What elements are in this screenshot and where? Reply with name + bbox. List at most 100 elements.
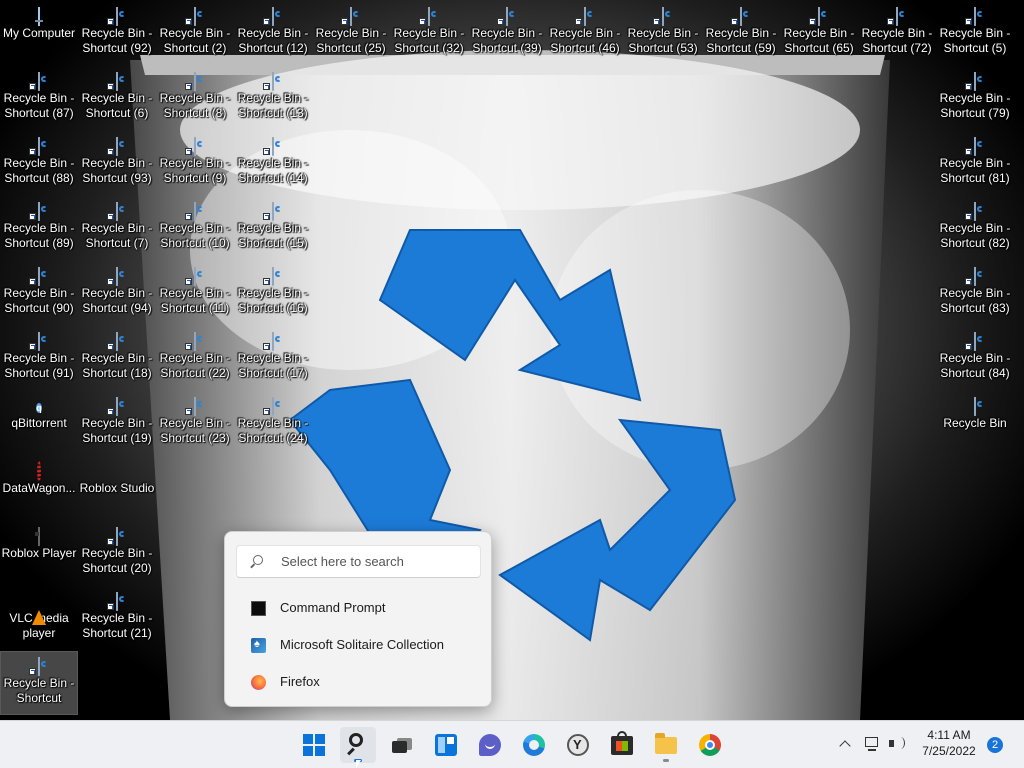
- desktop-icon[interactable]: Recycle Bin - Shortcut (17): [235, 327, 311, 389]
- recycle-bin-shortcut-icon: [965, 72, 983, 91]
- desktop-icon[interactable]: Recycle Bin - Shortcut (65): [781, 2, 857, 64]
- desktop-icon-label: Recycle Bin - Shortcut (90): [3, 286, 75, 315]
- desktop-icon[interactable]: Recycle Bin - Shortcut (59): [703, 2, 779, 64]
- desktop-icon[interactable]: Recycle Bin - Shortcut (24): [235, 392, 311, 454]
- clock[interactable]: 4:11 AM 7/25/2022: [914, 727, 984, 759]
- desktop-icon[interactable]: Recycle Bin - Shortcut (93): [79, 132, 155, 194]
- desktop-icon[interactable]: My Computer: [1, 2, 77, 64]
- desktop-icon[interactable]: Recycle Bin - Shortcut (21): [79, 587, 155, 649]
- edge-button[interactable]: [516, 727, 552, 763]
- file-explorer-button[interactable]: [648, 727, 684, 763]
- desktop-icon[interactable]: Recycle Bin - Shortcut (81): [937, 132, 1013, 194]
- desktop-icon[interactable]: Recycle Bin - Shortcut (84): [937, 327, 1013, 389]
- desktop-icon[interactable]: Recycle Bin - Shortcut (87): [1, 67, 77, 129]
- recycle-bin-shortcut-icon: [809, 7, 827, 26]
- desktop-icon[interactable]: Recycle Bin - Shortcut: [0, 651, 78, 715]
- desktop-icon[interactable]: Recycle Bin - Shortcut (16): [235, 262, 311, 324]
- desktop-icon[interactable]: Recycle Bin - Shortcut (12): [235, 2, 311, 64]
- desktop-icon-label: Recycle Bin - Shortcut (11): [159, 286, 231, 315]
- desktop-icon-label: My Computer: [2, 26, 76, 40]
- volume-icon[interactable]: [888, 735, 908, 753]
- store-button[interactable]: [604, 727, 640, 763]
- desktop-icon[interactable]: Recycle Bin: [937, 392, 1013, 454]
- desktop-icon[interactable]: Recycle Bin - Shortcut (8): [157, 67, 233, 129]
- recycle-bin-shortcut-icon: [107, 72, 125, 91]
- desktop-icon[interactable]: Recycle Bin - Shortcut (11): [157, 262, 233, 324]
- network-icon[interactable]: [864, 735, 882, 753]
- desktop-icon-label: Recycle Bin - Shortcut (59): [705, 26, 777, 55]
- desktop-icon[interactable]: Recycle Bin - Shortcut (14): [235, 132, 311, 194]
- computer-icon: [31, 7, 47, 26]
- widgets-button[interactable]: [428, 727, 464, 763]
- roblox-player-icon: [31, 527, 47, 546]
- start-button[interactable]: [296, 727, 332, 763]
- recycle-bin-shortcut-icon: [29, 332, 47, 351]
- show-hidden-icons-chevron-icon[interactable]: [836, 735, 856, 755]
- desktop-icon[interactable]: Recycle Bin - Shortcut (5): [937, 2, 1013, 64]
- desktop-icon[interactable]: Recycle Bin - Shortcut (91): [1, 327, 77, 389]
- chrome-button[interactable]: [692, 727, 728, 763]
- desktop-icon-label: Recycle Bin - Shortcut (39): [471, 26, 543, 55]
- desktop-icon[interactable]: q qBittorrent: [1, 392, 77, 454]
- search-result-solitaire[interactable]: Microsoft Solitaire Collection: [233, 629, 483, 661]
- desktop-icon[interactable]: Recycle Bin - Shortcut (72): [859, 2, 935, 64]
- desktop-icon-label: DataWagon...: [2, 481, 76, 495]
- desktop-icon[interactable]: Recycle Bin - Shortcut (25): [313, 2, 389, 64]
- desktop-icon[interactable]: Recycle Bin - Shortcut (82): [937, 197, 1013, 259]
- search-button[interactable]: [340, 727, 376, 763]
- recycle-bin-icon: [967, 397, 983, 416]
- desktop-icon[interactable]: Roblox Player: [1, 522, 77, 584]
- search-input[interactable]: [281, 546, 471, 577]
- desktop-icon[interactable]: Recycle Bin - Shortcut (10): [157, 197, 233, 259]
- clock-date: 7/25/2022: [922, 744, 976, 758]
- desktop-icon[interactable]: Recycle Bin - Shortcut (92): [79, 2, 155, 64]
- desktop-icon-label: Roblox Studio: [79, 481, 155, 495]
- task-view-button[interactable]: [384, 727, 420, 763]
- desktop-icon-label: Recycle Bin - Shortcut (15): [237, 221, 309, 250]
- solitaire-icon: [251, 638, 266, 653]
- desktop-icon-label: Roblox Player: [1, 546, 77, 560]
- recycle-bin-shortcut-icon: [185, 137, 203, 156]
- desktop-icon[interactable]: Recycle Bin - Shortcut (83): [937, 262, 1013, 324]
- desktop-icon[interactable]: Recycle Bin - Shortcut (19): [79, 392, 155, 454]
- recycle-bin-shortcut-icon: [107, 592, 125, 611]
- desktop-icon[interactable]: Recycle Bin - Shortcut (94): [79, 262, 155, 324]
- recycle-bin-shortcut-icon: [185, 202, 203, 221]
- desktop-icon[interactable]: DataWagon...: [1, 457, 77, 519]
- notification-badge[interactable]: 2: [987, 737, 1003, 753]
- desktop-icon[interactable]: Recycle Bin - Shortcut (22): [157, 327, 233, 389]
- desktop-icon[interactable]: Recycle Bin - Shortcut (20): [79, 522, 155, 584]
- recycle-bin-shortcut-icon: [29, 657, 47, 676]
- desktop-icon[interactable]: Recycle Bin - Shortcut (7): [79, 197, 155, 259]
- desktop-icon-label: Recycle Bin - Shortcut (92): [81, 26, 153, 55]
- desktop-icon[interactable]: Recycle Bin - Shortcut (9): [157, 132, 233, 194]
- desktop-icon[interactable]: Recycle Bin - Shortcut (15): [235, 197, 311, 259]
- desktop-icon[interactable]: VLC media player: [1, 587, 77, 649]
- yandex-browser-icon: [567, 734, 589, 756]
- yandex-button[interactable]: [560, 727, 596, 763]
- desktop-icon[interactable]: Recycle Bin - Shortcut (13): [235, 67, 311, 129]
- desktop-icon-label: Recycle Bin - Shortcut (65): [783, 26, 855, 55]
- recycle-bin-shortcut-icon: [263, 397, 281, 416]
- chat-button[interactable]: [472, 727, 508, 763]
- desktop-icon[interactable]: Recycle Bin - Shortcut (18): [79, 327, 155, 389]
- search-box[interactable]: [236, 545, 481, 578]
- desktop-icon[interactable]: Recycle Bin - Shortcut (39): [469, 2, 545, 64]
- desktop-icon[interactable]: Recycle Bin - Shortcut (53): [625, 2, 701, 64]
- desktop-icon[interactable]: Recycle Bin - Shortcut (90): [1, 262, 77, 324]
- roblox-studio-icon: [109, 463, 125, 479]
- desktop-icon[interactable]: Recycle Bin - Shortcut (2): [157, 2, 233, 64]
- desktop-icon[interactable]: Recycle Bin - Shortcut (23): [157, 392, 233, 454]
- search-result-command-prompt[interactable]: Command Prompt: [233, 592, 483, 624]
- recycle-bin-shortcut-icon: [185, 397, 203, 416]
- search-result-firefox[interactable]: Firefox: [233, 666, 483, 698]
- desktop-icon[interactable]: Recycle Bin - Shortcut (79): [937, 67, 1013, 129]
- desktop-icon[interactable]: Recycle Bin - Shortcut (32): [391, 2, 467, 64]
- recycle-bin-shortcut-icon: [263, 202, 281, 221]
- desktop-icon[interactable]: Recycle Bin - Shortcut (46): [547, 2, 623, 64]
- folder-icon: [655, 733, 677, 754]
- desktop-icon[interactable]: Recycle Bin - Shortcut (88): [1, 132, 77, 194]
- desktop-icon[interactable]: Recycle Bin - Shortcut (89): [1, 197, 77, 259]
- desktop-icon[interactable]: Roblox Studio: [79, 457, 155, 519]
- desktop-icon[interactable]: Recycle Bin - Shortcut (6): [79, 67, 155, 129]
